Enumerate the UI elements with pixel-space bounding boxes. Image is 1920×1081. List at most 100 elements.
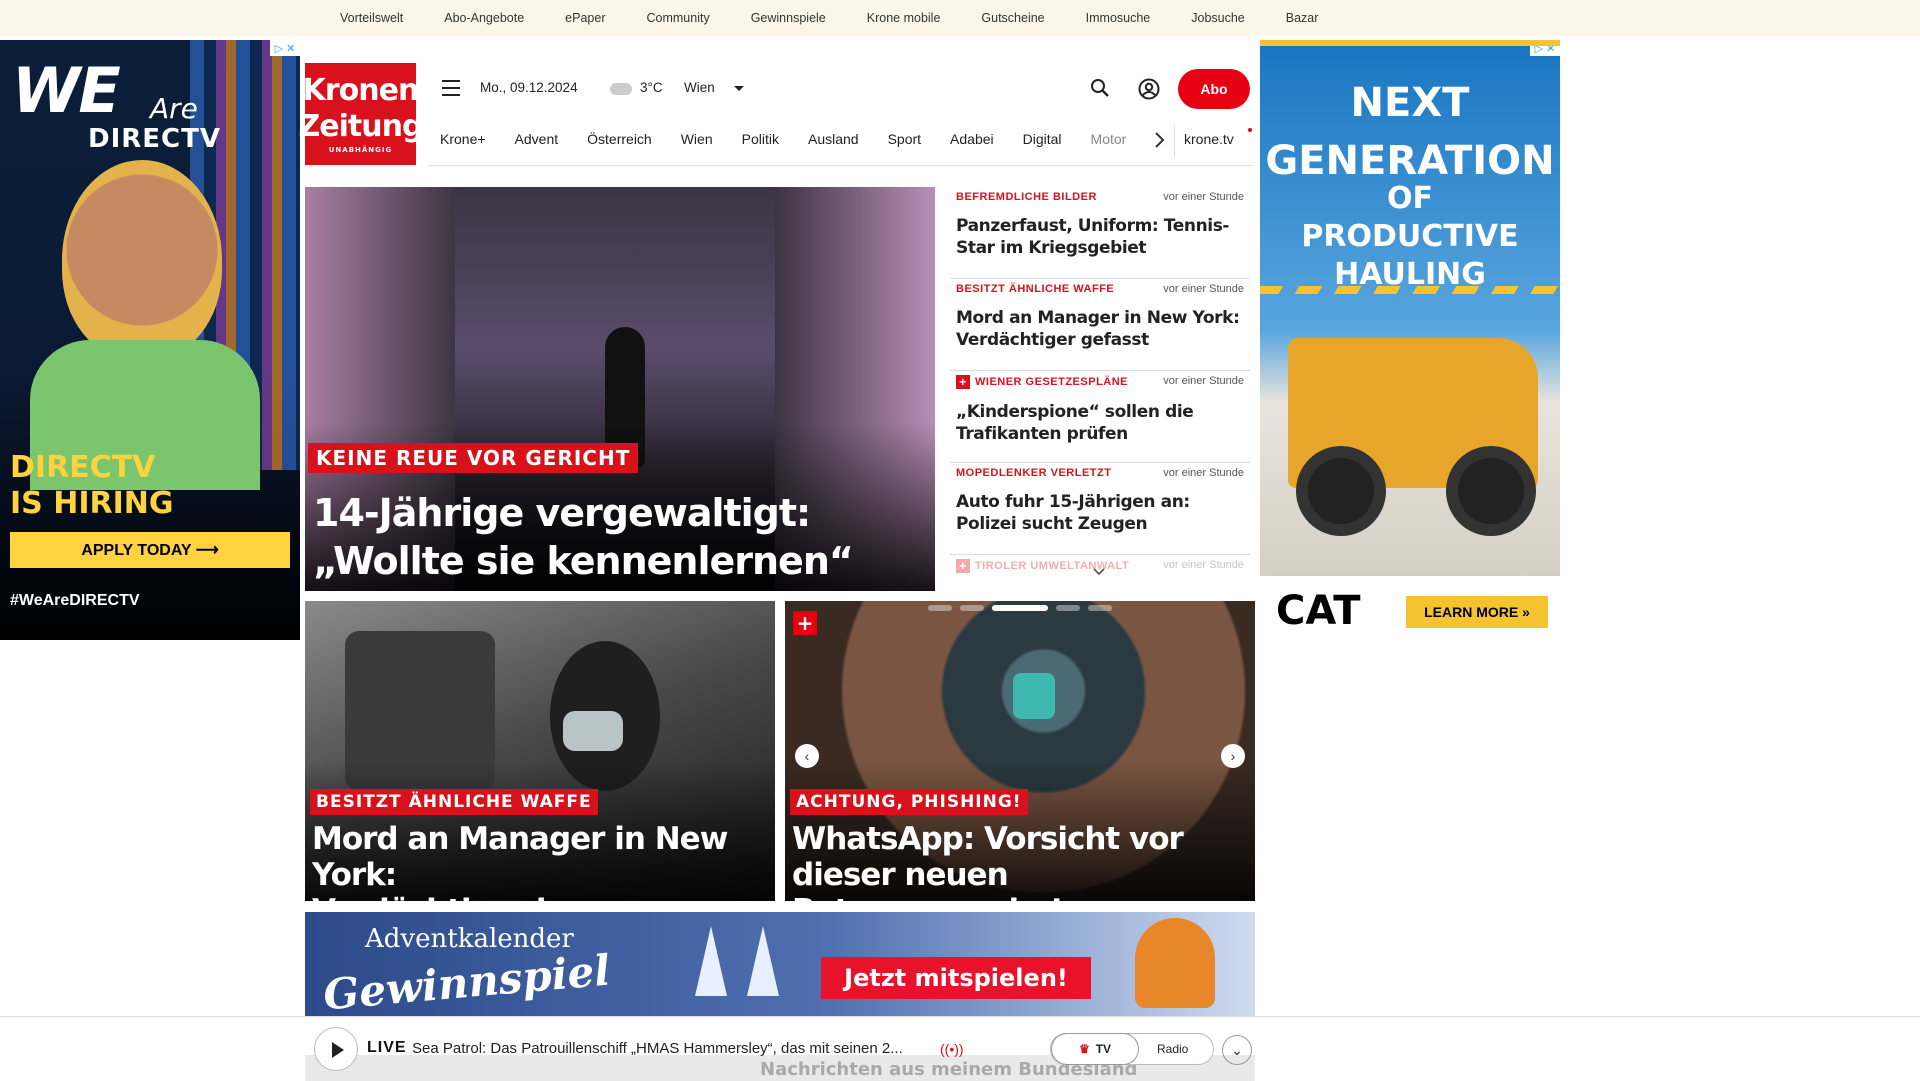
ad-headline: NEXT GENERATION — [1260, 74, 1560, 190]
teaser-kicker: ACHTUNG, PHISHING! — [790, 789, 1028, 815]
utility-link-community[interactable]: Community — [646, 11, 722, 25]
nav-item-politik[interactable]: Politik — [742, 131, 779, 147]
list-item[interactable]: BEFREMDLICHE BILDER vor einer Stunde Pan… — [950, 187, 1250, 279]
utility-link-gewinnspiele[interactable]: Gewinnspiele — [751, 11, 839, 25]
carousel-prev-button[interactable]: ‹ — [795, 744, 819, 768]
nav-item-krone-plus[interactable]: Krone+ — [440, 131, 486, 147]
utility-link-bazar[interactable]: Bazar — [1286, 11, 1332, 25]
ad-sub-line2: PRODUCTIVE — [1301, 219, 1519, 254]
carousel-next-button[interactable]: › — [1221, 744, 1245, 768]
chevron-right-icon[interactable] — [1152, 131, 1166, 149]
chevron-down-icon[interactable] — [1092, 565, 1106, 579]
advent-banner[interactable]: Adventkalender Gewinnspiel Jetzt mitspie… — [305, 912, 1255, 1016]
carousel-dot[interactable] — [1088, 605, 1112, 611]
teaser-image-mask — [563, 711, 623, 751]
teaser-kicker: BESITZT ÄHNLICHE WAFFE — [310, 789, 598, 815]
utility-link-jobsuche[interactable]: Jobsuche — [1191, 11, 1258, 25]
utility-link-immosuche[interactable]: Immosuche — [1086, 11, 1164, 25]
nav-divider — [1174, 125, 1175, 157]
live-label: LIVE — [367, 1039, 407, 1056]
nav-item-advent[interactable]: Advent — [515, 131, 559, 147]
nav-item-motor[interactable]: Motor — [1091, 131, 1127, 147]
abo-button[interactable]: Abo — [1178, 69, 1250, 109]
menu-icon[interactable] — [442, 80, 460, 96]
ad-we-text: WE — [12, 54, 121, 127]
tv-radio-toggle[interactable]: ♛ TV Radio — [1050, 1033, 1214, 1065]
list-item-headline[interactable]: Mord an Manager in New York: Verdächtige… — [956, 307, 1244, 351]
tree-icon — [747, 926, 779, 996]
nav-item-sport[interactable]: Sport — [888, 131, 921, 147]
teaser-title: Mord an Manager in New York: Verdächtige… — [312, 821, 772, 901]
list-item[interactable]: BESITZT ÄHNLICHE WAFFE vor einer Stunde … — [950, 279, 1250, 371]
nav-item-krone-tv[interactable]: krone.tv — [1184, 131, 1234, 147]
city-select[interactable]: Wien — [684, 80, 715, 95]
ad-brand-text: DIRECTV — [88, 124, 221, 154]
utility-link-epaper[interactable]: ePaper — [565, 11, 618, 25]
krone-plus-icon: + — [956, 375, 970, 389]
list-item-headline[interactable]: Panzerfaust, Uniform: Tennis-Star im Kri… — [956, 215, 1244, 259]
teaser-carousel[interactable]: + ‹ › ACHTUNG, PHISHING! WhatsApp: Vorsi… — [785, 601, 1255, 901]
nav-item-adabei[interactable]: Adabei — [950, 131, 994, 147]
ad-hiring-text: DIRECTV IS HIRING — [10, 450, 173, 522]
user-account-icon[interactable] — [1138, 78, 1160, 100]
advent-subtitle: Gewinnspiel — [321, 945, 613, 1016]
live-stream-title[interactable]: Sea Patrol: Das Patrouillenschiff „HMAS … — [412, 1040, 903, 1057]
play-button[interactable] — [314, 1027, 358, 1071]
list-item[interactable]: + WIENER GESETZESPLÄNE vor einer Stunde „… — [950, 371, 1250, 463]
search-icon[interactable] — [1090, 78, 1110, 98]
advent-play-button[interactable]: Jetzt mitspielen! — [821, 957, 1091, 999]
kicker-text: BEFREMDLICHE BILDER — [956, 191, 1097, 203]
tv-label: TV — [1095, 1042, 1112, 1056]
fox-mascot-icon — [1135, 918, 1215, 1008]
ad-hashtag: #WeAreDIRECTV — [10, 592, 140, 609]
site-logo[interactable]: Kronen Zeitung UNABHÄNGIG — [299, 63, 423, 165]
right-skyscraper-ad[interactable]: NEXT GENERATION OF PRODUCTIVE HAULING CA… — [1260, 40, 1560, 640]
teaser-title-line2: dieser neuen Betrugsmasche! — [792, 857, 1064, 901]
chevron-down-icon[interactable] — [734, 86, 744, 91]
ad-hazard-stripe — [1260, 286, 1560, 294]
utility-link-krone-mobile[interactable]: Krone mobile — [867, 11, 954, 25]
left-skyscraper-ad[interactable]: WE Are DIRECTV DIRECTV IS HIRING APPLY T… — [0, 40, 300, 640]
ad-subheadline: OF PRODUCTIVE HAULING — [1260, 180, 1560, 294]
list-item-time: vor einer Stunde — [1163, 191, 1244, 203]
ad-close-icon[interactable]: ▷ ✕ — [270, 40, 300, 56]
current-date: Mo., 09.12.2024 — [480, 80, 578, 95]
temperature: 3°C — [640, 80, 663, 95]
ad-person-image — [62, 160, 222, 360]
list-item-time: vor einer Stunde — [1163, 467, 1244, 479]
carousel-dot[interactable] — [960, 605, 984, 611]
teaser-article-left[interactable]: BESITZT ÄHNLICHE WAFFE Mord an Manager i… — [305, 601, 775, 901]
utility-link-vorteilswelt[interactable]: Vorteilswelt — [340, 11, 416, 25]
carousel-dot-active[interactable] — [992, 605, 1048, 611]
list-item-headline[interactable]: Auto fuhr 15-Jährigen an: Polizei sucht … — [956, 491, 1244, 535]
ad-close-icon[interactable]: ▷ ✕ — [1530, 46, 1560, 56]
tv-toggle-option[interactable]: ♛ TV — [1051, 1033, 1139, 1065]
list-item-headline[interactable]: „Kinderspione“ sollen die Trafikanten pr… — [956, 401, 1244, 445]
list-item-time: vor einer Stunde — [1163, 283, 1244, 295]
expand-chevron-icon[interactable]: ⌄ — [1222, 1035, 1252, 1065]
hero-title-line2: „Wollte sie kennenlernen“ — [313, 539, 854, 583]
live-dot — [1248, 128, 1252, 132]
kicker-text: TIROLER UMWELTANWALT — [975, 560, 1130, 572]
nav-item-wien[interactable]: Wien — [681, 131, 713, 147]
nav-item-digital[interactable]: Digital — [1023, 131, 1062, 147]
ad-truck-wheel — [1446, 446, 1536, 536]
ad-truck-wheel — [1296, 446, 1386, 536]
nav-divider-line — [428, 165, 1254, 166]
nav-item-ausland[interactable]: Ausland — [808, 131, 859, 147]
carousel-dot[interactable] — [928, 605, 952, 611]
advent-title: Adventkalender — [365, 924, 574, 954]
utility-link-gutscheine[interactable]: Gutscheine — [981, 11, 1057, 25]
hero-article[interactable]: KEINE REUE VOR GERICHT 14-Jährige vergew… — [305, 187, 935, 591]
ad-apply-button[interactable]: APPLY TODAY ⟶ — [10, 532, 290, 568]
list-item[interactable]: MOPEDLENKER VERLETZT vor einer Stunde Au… — [950, 463, 1250, 555]
tree-icon — [695, 926, 727, 996]
ad-learn-more-button[interactable]: LEARN MORE » — [1406, 596, 1548, 628]
teaser-title-line2: Verdächtiger in Gewahrsam — [312, 893, 772, 901]
carousel-dot[interactable] — [1056, 605, 1080, 611]
teaser-title-line1: Mord an Manager in New York: — [312, 821, 728, 893]
list-item-time: vor einer Stunde — [1163, 375, 1244, 387]
radio-toggle-option[interactable]: Radio — [1157, 1042, 1188, 1056]
utility-link-abo-angebote[interactable]: Abo-Angebote — [444, 11, 537, 25]
nav-item-oesterreich[interactable]: Österreich — [587, 131, 652, 147]
